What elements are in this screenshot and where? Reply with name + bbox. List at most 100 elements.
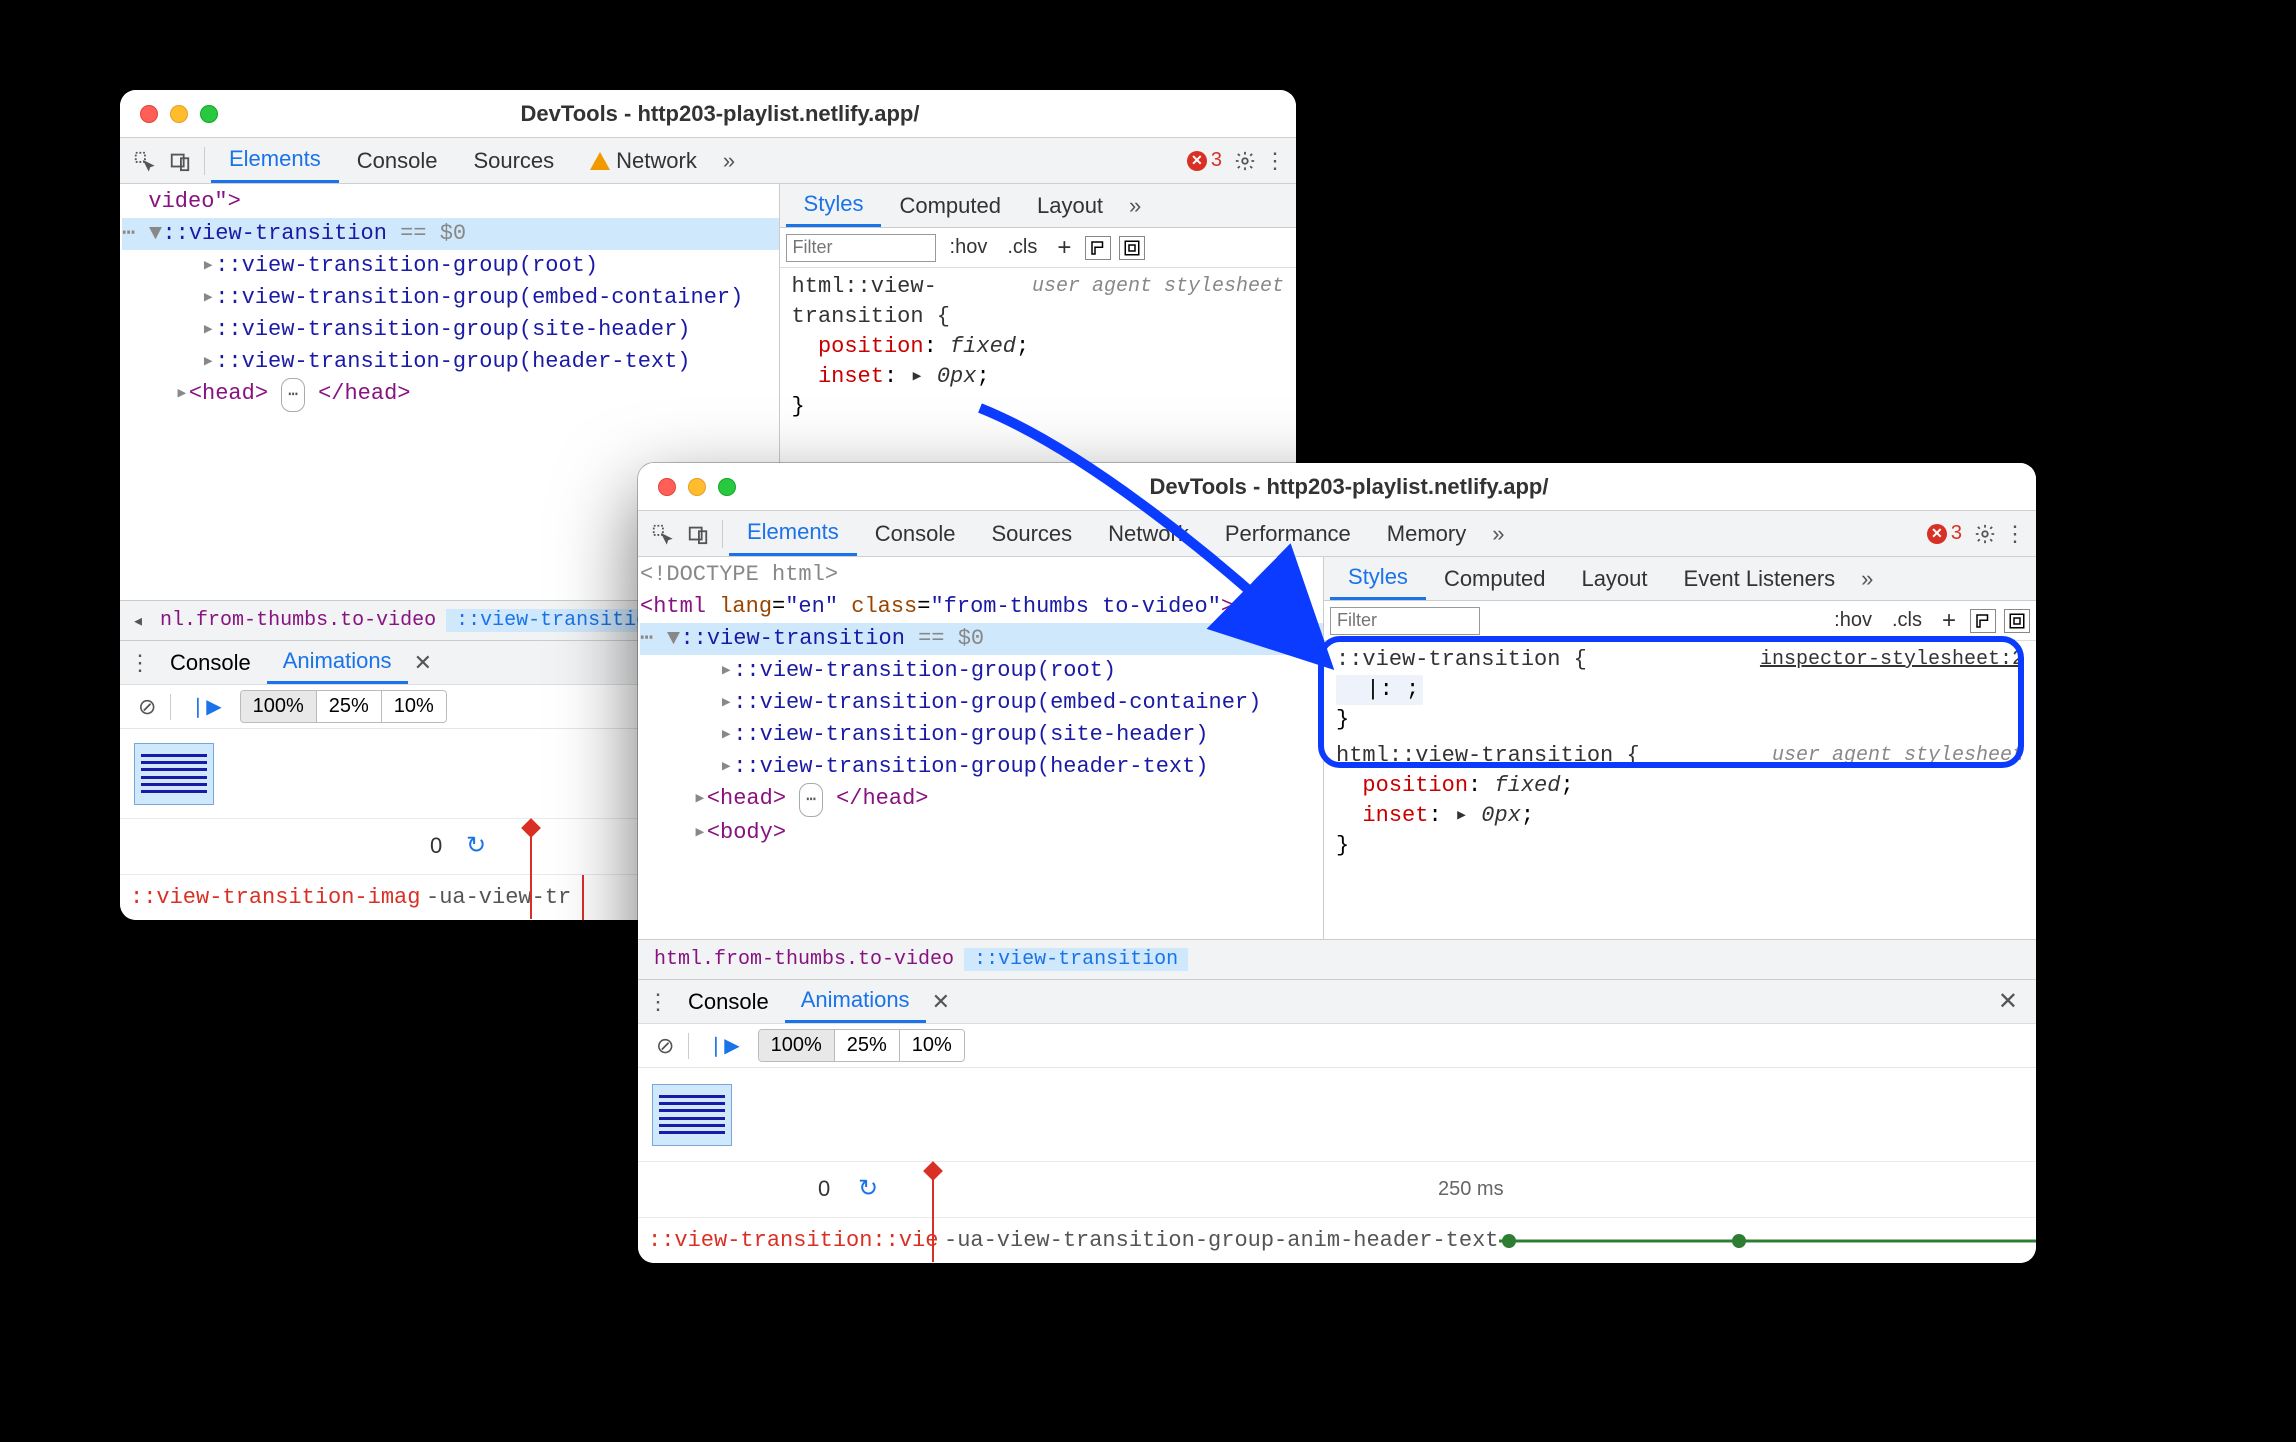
dom-group-row[interactable]: ▸::view-transition-group(embed-container… [122,282,779,314]
layout-tab[interactable]: Layout [1019,184,1121,227]
reload-icon[interactable]: ↻ [858,1174,878,1203]
box-model-icon[interactable] [1119,236,1145,260]
tab-memory[interactable]: Memory [1369,511,1484,556]
device-toolbar-icon[interactable] [680,516,716,552]
error-count-badge[interactable]: ✕ 3 [1179,149,1230,172]
box-model-icon[interactable] [2004,609,2030,633]
playhead-marker[interactable] [932,1172,934,1262]
paint-icon[interactable] [1970,609,1996,633]
more-tabs-icon[interactable]: » [715,148,743,174]
styles-filter-input[interactable] [1330,607,1480,635]
drawer-console-tab[interactable]: Console [154,641,267,684]
tab-sources[interactable]: Sources [455,138,572,183]
close-window-icon[interactable] [658,478,676,496]
zoom-window-icon[interactable] [200,105,218,123]
error-count-badge[interactable]: ✕ 3 [1919,522,1970,545]
animation-track[interactable] [1499,1218,2037,1263]
crumb-left-icon[interactable]: ◂ [126,608,150,634]
hov-toggle[interactable]: :hov [944,236,994,259]
tab-network[interactable]: Network [572,138,715,183]
device-toolbar-icon[interactable] [162,143,198,179]
drawer-animations-tab[interactable]: Animations [267,641,408,684]
kebab-icon[interactable]: ⋮ [1260,148,1290,174]
event-listeners-tab[interactable]: Event Listeners [1666,557,1854,600]
gear-icon[interactable] [1230,150,1260,172]
drawer-kebab-icon[interactable]: ⋮ [644,989,672,1015]
dom-tree[interactable]: video"> ⋯ ▼::view-transition == $0 ▸::vi… [120,184,779,412]
dom-group-row[interactable]: ▸::view-transition-group(header-text) [640,751,1323,783]
add-rule-button[interactable]: + [1051,234,1077,262]
tab-network[interactable]: Network [1090,511,1207,556]
tab-console[interactable]: Console [339,138,456,183]
play-icon[interactable]: ❘▶ [693,1033,753,1058]
animation-row[interactable]: ::view-transition::vie -ua-view-transiti… [638,1217,2036,1263]
dom-group-row[interactable]: ▸::view-transition-group(root) [122,250,779,282]
inspect-element-icon[interactable] [126,143,162,179]
add-rule-button[interactable]: + [1936,607,1962,635]
dom-group-row[interactable]: ▸::view-transition-group(header-text) [122,346,779,378]
styles-tab[interactable]: Styles [786,184,882,227]
dom-group-row[interactable]: ▸::view-transition-group(embed-container… [640,687,1323,719]
stylesheet-link[interactable]: inspector-stylesheet:2 [1760,645,2024,675]
timeline-axis[interactable]: 0 ↻ 250 ms [638,1161,2036,1217]
speed-10[interactable]: 10% [900,1030,964,1061]
dom-tree[interactable]: <!DOCTYPE html> <html lang="en" class="f… [638,557,1323,849]
tab-elements[interactable]: Elements [211,138,339,183]
more-tabs-icon[interactable]: » [1484,521,1512,547]
tab-performance[interactable]: Performance [1207,511,1369,556]
computed-tab[interactable]: Computed [1426,557,1564,600]
inspect-element-icon[interactable] [644,516,680,552]
drawer-kebab-icon[interactable]: ⋮ [126,650,154,676]
tab-sources[interactable]: Sources [973,511,1090,556]
styles-tab[interactable]: Styles [1330,557,1426,600]
tab-console[interactable]: Console [857,511,974,556]
dom-head-row[interactable]: ▸<head> ⋯ </head> [122,378,779,412]
playhead-marker[interactable] [530,829,532,919]
css-editing-line[interactable]: |: ; [1366,677,1419,702]
layout-tab[interactable]: Layout [1563,557,1665,600]
cls-toggle[interactable]: .cls [1001,236,1043,259]
speed-25[interactable]: 25% [835,1030,900,1061]
animation-thumbnail[interactable] [652,1084,732,1146]
dom-html-row[interactable]: <html lang="en" class="from-thumbs to-vi… [640,591,1323,623]
speed-25[interactable]: 25% [317,691,382,722]
minimize-window-icon[interactable] [170,105,188,123]
clear-icon[interactable]: ⊘ [646,1033,684,1059]
minimize-window-icon[interactable] [688,478,706,496]
dom-group-row[interactable]: ▸::view-transition-group(site-header) [122,314,779,346]
speed-100[interactable]: 100% [759,1030,835,1061]
play-icon[interactable]: ❘▶ [175,694,235,719]
paint-icon[interactable] [1085,236,1111,260]
clear-icon[interactable]: ⊘ [128,694,166,720]
close-tab-icon[interactable]: ✕ [926,989,956,1015]
close-drawer-icon[interactable]: ✕ [1986,987,2030,1016]
dom-body-row[interactable]: ▸<body> [640,817,1323,849]
dom-selected-row[interactable]: ⋯ ▼::view-transition == $0 [122,218,779,250]
crumb-item-active[interactable]: ::view-transition [446,609,670,632]
more-styles-tabs-icon[interactable]: » [1853,566,1881,592]
dom-head-row[interactable]: ▸<head> ⋯ </head> [640,783,1323,817]
close-tab-icon[interactable]: ✕ [408,650,438,676]
kebab-icon[interactable]: ⋮ [2000,521,2030,547]
speed-100[interactable]: 100% [241,691,317,722]
animation-thumbnail[interactable] [134,743,214,805]
dom-line[interactable]: video"> [122,186,779,218]
computed-tab[interactable]: Computed [881,184,1019,227]
tab-elements[interactable]: Elements [729,511,857,556]
styles-filter-input[interactable] [786,234,936,262]
crumb-item[interactable]: html.from-thumbs.to-video [644,948,964,971]
more-styles-tabs-icon[interactable]: » [1121,193,1149,219]
styles-body[interactable]: inspector-stylesheet:2 ::view-transition… [1324,641,2036,939]
close-window-icon[interactable] [140,105,158,123]
dom-doctype[interactable]: <!DOCTYPE html> [640,559,1323,591]
dom-selected-row[interactable]: ⋯ ▼::view-transition == $0 [640,623,1323,655]
speed-10[interactable]: 10% [382,691,446,722]
crumb-item[interactable]: nl.from-thumbs.to-video [150,609,446,632]
zoom-window-icon[interactable] [718,478,736,496]
hov-toggle[interactable]: :hov [1828,609,1878,632]
reload-icon[interactable]: ↻ [466,831,486,860]
gear-icon[interactable] [1970,523,2000,545]
drawer-console-tab[interactable]: Console [672,980,785,1023]
drawer-animations-tab[interactable]: Animations [785,980,926,1023]
dom-group-row[interactable]: ▸::view-transition-group(site-header) [640,719,1323,751]
